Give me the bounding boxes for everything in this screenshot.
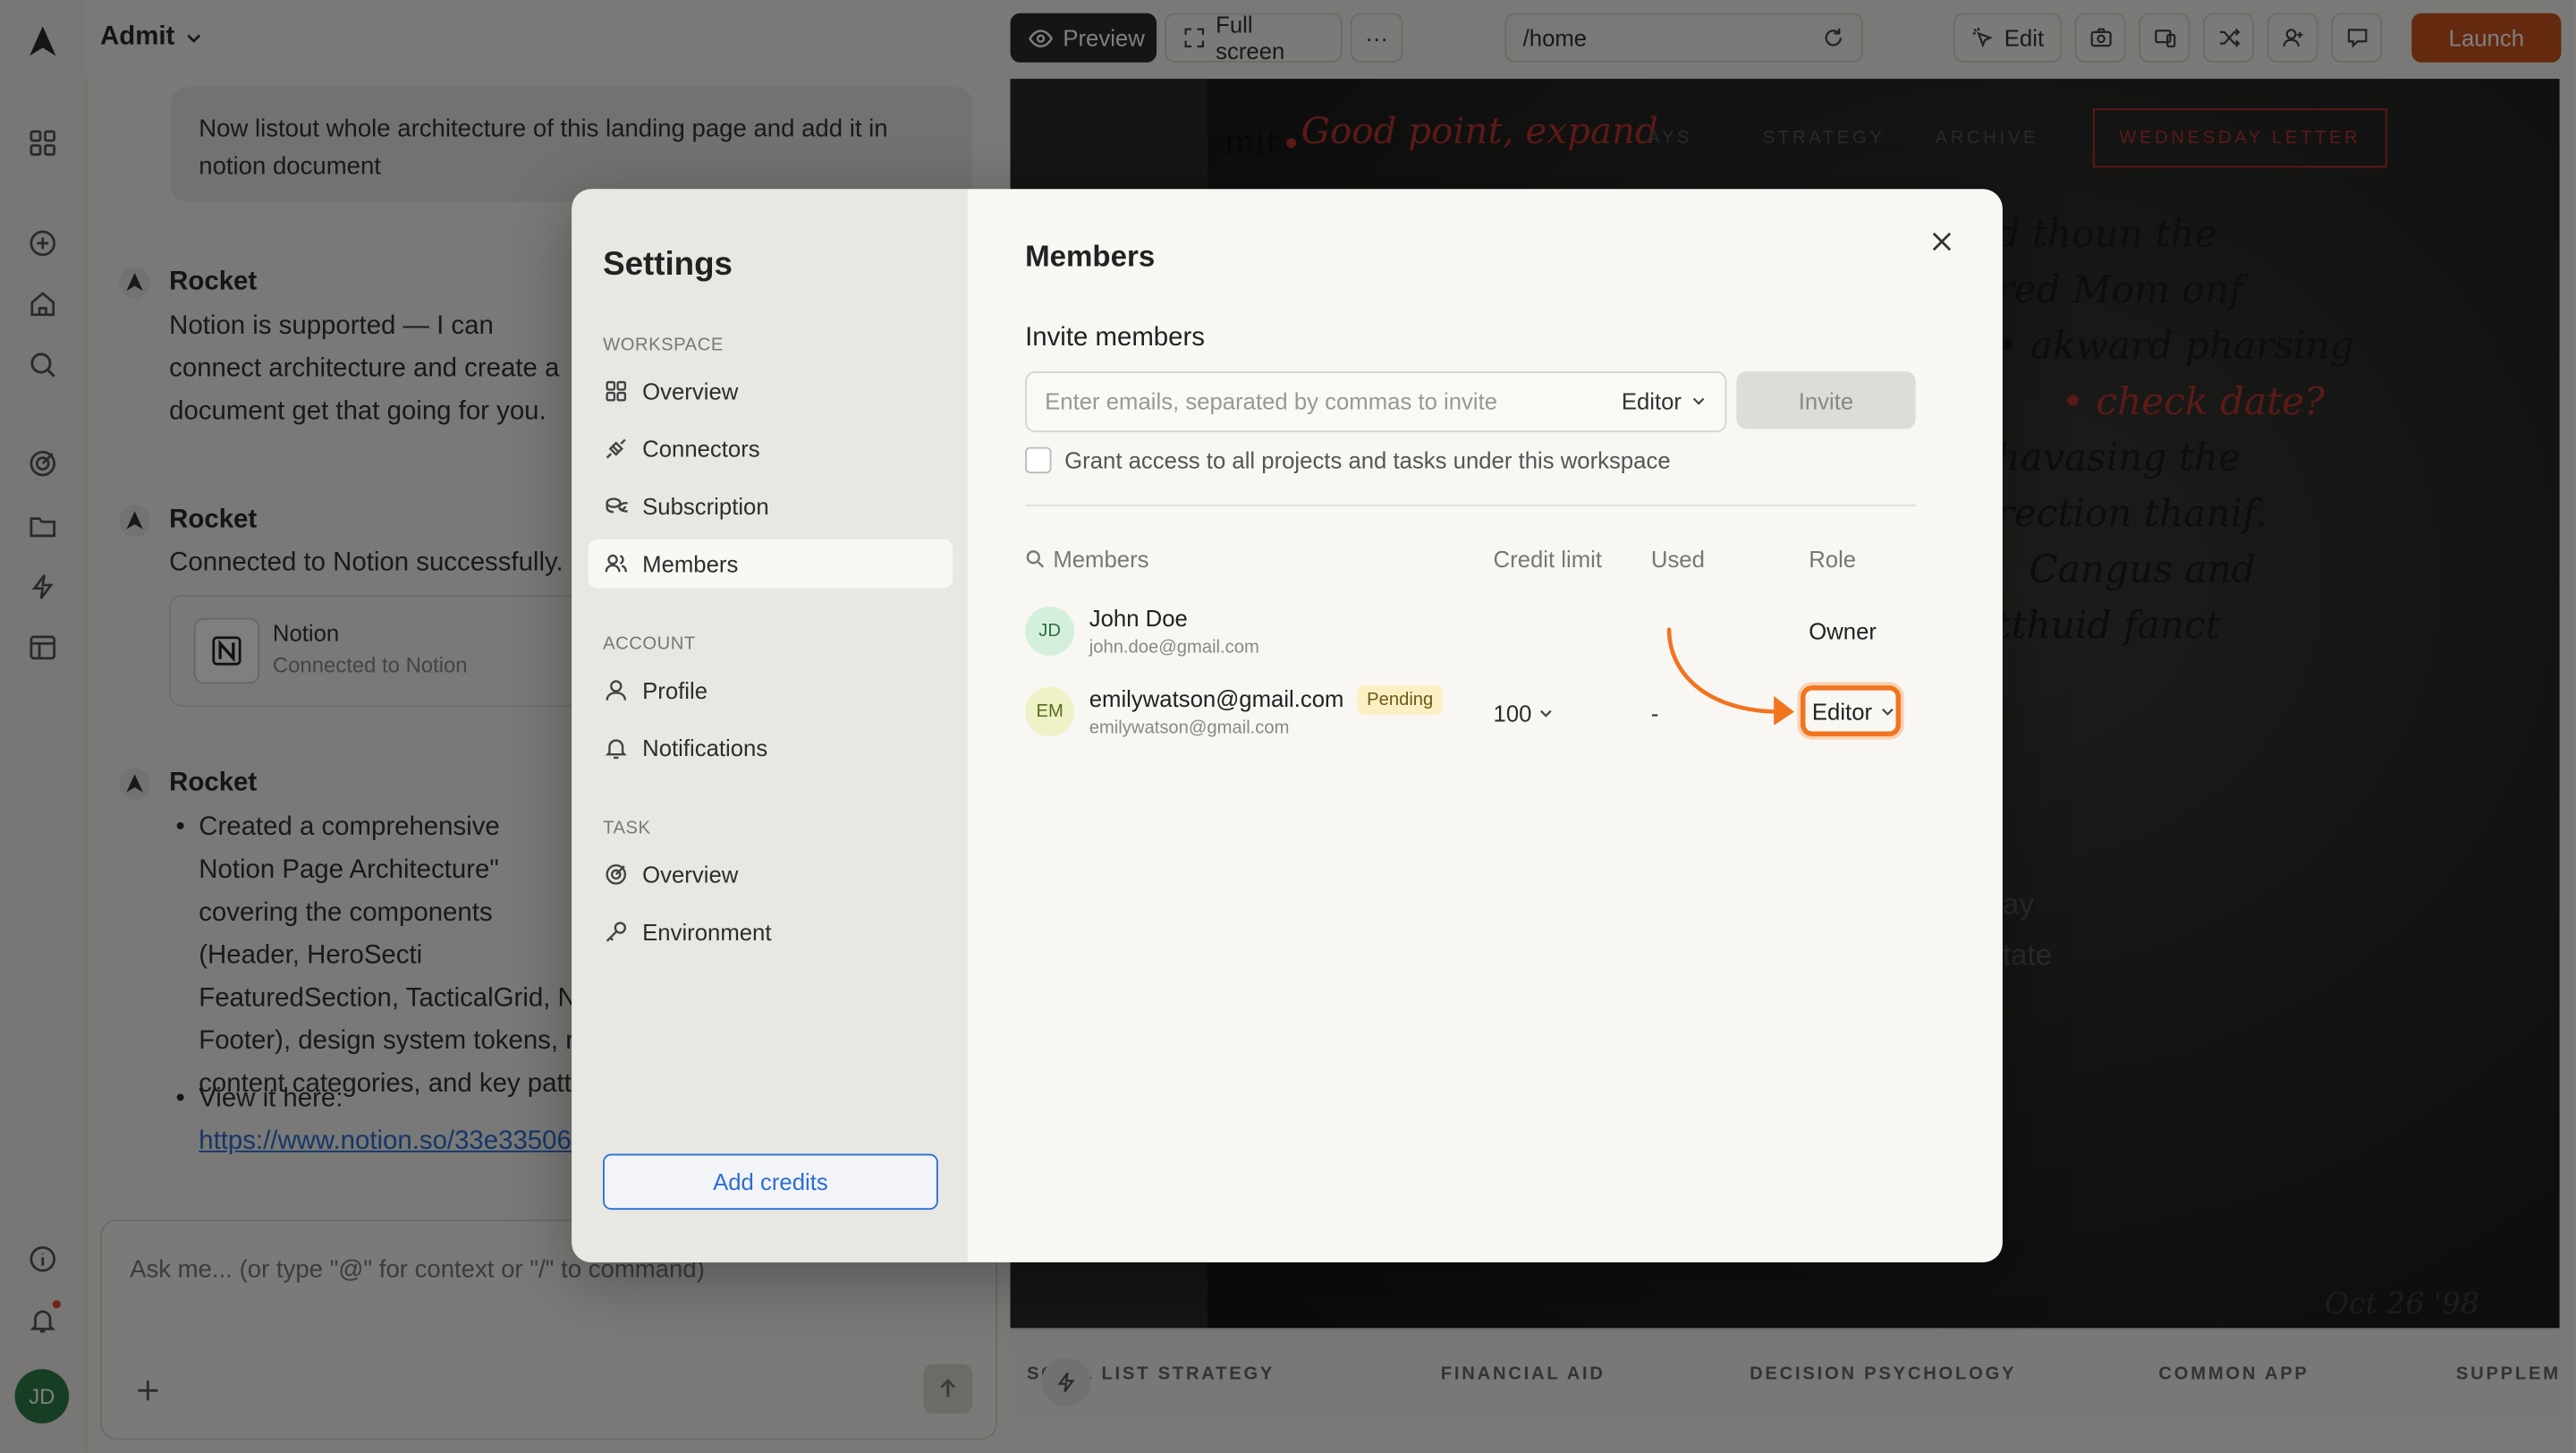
- member-credit-limit: 100: [1493, 700, 1532, 726]
- nav-item-members[interactable]: Members: [588, 539, 953, 589]
- members-heading: Members: [1025, 240, 1156, 273]
- add-credits-button[interactable]: Add credits: [603, 1153, 938, 1211]
- nav-item-subscription[interactable]: Subscription: [589, 481, 953, 531]
- nav-item-connectors[interactable]: Connectors: [589, 424, 953, 473]
- nav-item-label: Overview: [642, 378, 739, 404]
- nav-item-label: Connectors: [642, 435, 760, 463]
- member-email: john.doe@gmail.com: [1089, 637, 1259, 658]
- nav-item-label: Profile: [642, 676, 708, 704]
- column-header-members: Members: [1053, 545, 1149, 573]
- key-icon: [605, 921, 628, 944]
- grant-access-checkbox[interactable]: [1025, 446, 1052, 474]
- nav-item-task-overview[interactable]: Overview: [589, 850, 953, 899]
- nav-item-label: Notifications: [642, 735, 768, 761]
- nav-item-notifications[interactable]: Notifications: [589, 723, 953, 772]
- target-icon: [605, 862, 628, 886]
- users-icon: [605, 552, 628, 575]
- chevron-down-icon: [1878, 702, 1894, 718]
- member-name: emilywatson@gmail.com: [1089, 685, 1344, 712]
- user-icon: [605, 679, 628, 702]
- settings-modal: Settings WORKSPACE Overview Connectors S…: [572, 189, 2003, 1262]
- settings-title: Settings: [603, 246, 733, 283]
- nav-item-environment[interactable]: Environment: [589, 907, 953, 956]
- coins-icon: [605, 495, 628, 518]
- nav-item-overview[interactable]: Overview: [589, 367, 953, 416]
- pending-badge: Pending: [1357, 685, 1444, 716]
- nav-item-label: Subscription: [642, 493, 769, 520]
- annotation-arrow-icon: [1661, 626, 1809, 726]
- member-role: Owner: [1809, 617, 1877, 645]
- nav-item-label: Overview: [642, 861, 739, 888]
- nav-item-label: Members: [642, 550, 739, 577]
- grid-icon: [605, 379, 628, 403]
- close-icon[interactable]: [1928, 228, 1954, 254]
- section-label-account: ACCOUNT: [603, 634, 696, 655]
- chevron-down-icon: [1690, 393, 1706, 409]
- nav-item-label: Environment: [642, 918, 772, 946]
- invite-role-value: Editor: [1621, 387, 1682, 414]
- invite-button[interactable]: Invite: [1736, 371, 1916, 429]
- section-label-task: TASK: [603, 818, 651, 838]
- settings-sidebar: Settings WORKSPACE Overview Connectors S…: [572, 189, 968, 1262]
- invite-role-select[interactable]: Editor: [1622, 388, 1707, 414]
- member-avatar: EM: [1025, 686, 1075, 737]
- chevron-down-icon: [1538, 705, 1555, 721]
- member-name: John Doe: [1089, 605, 1188, 632]
- column-header-used: Used: [1650, 545, 1705, 573]
- members-panel: Members Invite members Enter emails, sep…: [968, 189, 2003, 1262]
- bell-icon: [605, 736, 628, 760]
- member-role-select[interactable]: Editor: [1801, 685, 1902, 737]
- members-search[interactable]: Members: [1025, 545, 1149, 573]
- column-header-credit-limit: Credit limit: [1493, 545, 1603, 573]
- member-avatar: JD: [1025, 606, 1075, 657]
- member-used: -: [1650, 700, 1659, 726]
- member-email: emilywatson@gmail.com: [1089, 718, 1290, 738]
- member-role: Editor: [1811, 697, 1873, 725]
- invite-email-input[interactable]: Enter emails, separated by commas to inv…: [1025, 371, 1727, 433]
- credit-limit-select[interactable]: 100: [1494, 701, 1555, 726]
- invite-placeholder: Enter emails, separated by commas to inv…: [1045, 387, 1498, 414]
- section-label-workspace: WORKSPACE: [603, 335, 724, 355]
- grant-access-label: Grant access to all projects and tasks u…: [1064, 446, 1671, 474]
- invite-heading: Invite members: [1025, 323, 1205, 353]
- search-icon: [1025, 549, 1045, 569]
- nav-item-profile[interactable]: Profile: [589, 666, 953, 715]
- divider: [1025, 504, 1916, 506]
- plug-icon: [605, 438, 628, 461]
- column-header-role: Role: [1809, 545, 1857, 573]
